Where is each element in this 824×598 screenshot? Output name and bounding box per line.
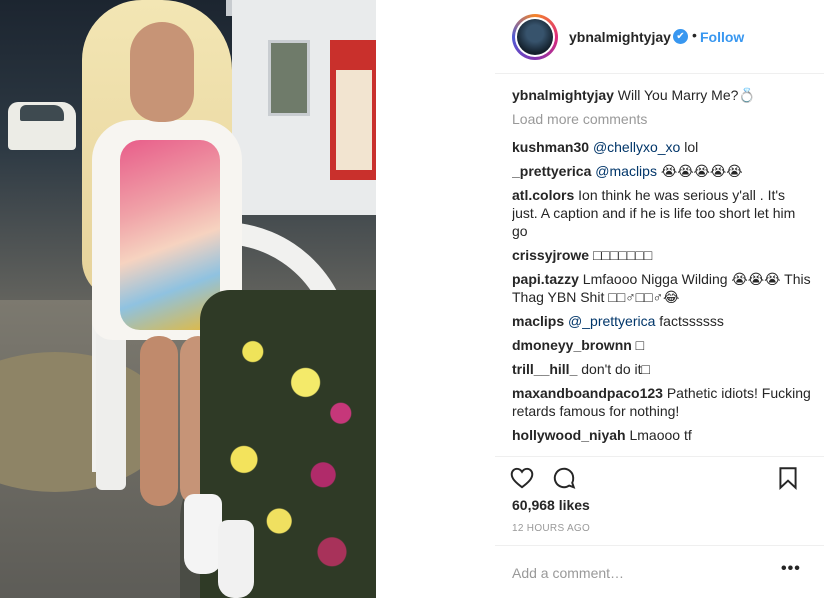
comment-mention[interactable]: @maclips bbox=[595, 163, 657, 179]
comment-text: 😭😭😭😭😭 bbox=[656, 163, 743, 179]
photo-leg-left bbox=[140, 336, 178, 506]
bookmark-icon[interactable] bbox=[775, 465, 801, 491]
comment-username[interactable]: crissyjrowe bbox=[512, 247, 589, 263]
comment-item: trill__hill_ don't do it□ bbox=[512, 360, 812, 378]
comment-username[interactable]: dmoneyy_brownn bbox=[512, 337, 632, 353]
comment-item: _prettyerica @maclips 😭😭😭😭😭 bbox=[512, 162, 812, 180]
comment-text: lol bbox=[680, 139, 699, 155]
caption-username[interactable]: ybnalmightyjay bbox=[512, 87, 614, 103]
comment-username[interactable]: maclips bbox=[512, 313, 564, 329]
comment-item: hollywood_niyah Lmaooo tf bbox=[512, 426, 812, 444]
comment-bubble-icon[interactable] bbox=[551, 465, 577, 491]
header-separator: • bbox=[692, 27, 697, 43]
comments-list[interactable]: ybnalmightyjay Will You Marry Me?💍 Load … bbox=[512, 86, 812, 456]
photo-window bbox=[268, 40, 310, 116]
comment-item: kushman30 @chellyxo_xo lol bbox=[512, 138, 812, 156]
comment-username[interactable]: _prettyerica bbox=[512, 163, 591, 179]
heart-icon[interactable] bbox=[509, 465, 535, 491]
comment-item: crissyjrowe □□□□□□□ bbox=[512, 246, 812, 264]
post-sidebar: ybnalmightyjay ✔ • Follow ybnalmightyjay… bbox=[495, 0, 824, 598]
photo-shoe-left bbox=[184, 494, 222, 574]
story-ring[interactable] bbox=[512, 14, 558, 60]
header-username[interactable]: ybnalmightyjay bbox=[569, 29, 671, 45]
verified-badge-icon: ✔ bbox=[673, 29, 688, 44]
comment-mention[interactable]: @_prettyerica bbox=[568, 313, 655, 329]
photo-gas-sign-panel bbox=[336, 70, 372, 170]
post-timestamp[interactable]: 12 HOURS AGO bbox=[512, 523, 590, 534]
comment-item: papi.tazzy Lmfaooo Nigga Wilding 😭😭😭 Thi… bbox=[512, 270, 812, 306]
avatar[interactable] bbox=[517, 19, 553, 55]
post-actions bbox=[495, 456, 824, 496]
likes-count[interactable]: 60,968 likes bbox=[512, 497, 590, 513]
post-header: ybnalmightyjay ✔ • Follow bbox=[495, 0, 824, 74]
comment-username[interactable]: kushman30 bbox=[512, 139, 589, 155]
comment-text: □ bbox=[631, 337, 645, 353]
comment-username[interactable]: hollywood_niyah bbox=[512, 427, 626, 443]
post-photo[interactable] bbox=[0, 0, 376, 598]
more-options-icon[interactable]: ••• bbox=[781, 560, 801, 578]
comment-text: Lmaooo tf bbox=[625, 427, 692, 443]
comment-username[interactable]: atl.colors bbox=[512, 187, 574, 203]
load-more-comments-button[interactable]: Load more comments bbox=[512, 110, 812, 128]
comment-text: factssssss bbox=[655, 313, 724, 329]
comment-username[interactable]: papi.tazzy bbox=[512, 271, 579, 287]
photo-car-window bbox=[20, 105, 64, 121]
comment-text: don't do it□ bbox=[577, 361, 650, 377]
photo-face bbox=[130, 22, 194, 122]
comment-item: maxandboandpaco123 Pathetic idiots! Fuck… bbox=[512, 384, 812, 420]
follow-button[interactable]: Follow bbox=[700, 29, 744, 45]
comment-item: dmoneyy_brownn □ bbox=[512, 336, 812, 354]
photo-railing-post bbox=[96, 330, 126, 490]
comment-item: maclips @_prettyerica factssssss bbox=[512, 312, 812, 330]
comment-username[interactable]: maxandboandpaco123 bbox=[512, 385, 663, 401]
comment-mention[interactable]: @chellyxo_xo bbox=[593, 139, 680, 155]
avatar-gap bbox=[515, 17, 555, 57]
add-comment-input[interactable] bbox=[512, 563, 772, 583]
photo-shoe-right bbox=[218, 520, 254, 598]
caption-text: Will You Marry Me?💍 bbox=[613, 87, 756, 103]
caption: ybnalmightyjay Will You Marry Me?💍 bbox=[512, 86, 812, 104]
add-comment-bar: ••• bbox=[495, 545, 824, 598]
comment-item: atl.colors Ion think he was serious y'al… bbox=[512, 186, 812, 240]
comment-text: □□□□□□□ bbox=[589, 247, 653, 263]
comment-username[interactable]: trill__hill_ bbox=[512, 361, 577, 377]
